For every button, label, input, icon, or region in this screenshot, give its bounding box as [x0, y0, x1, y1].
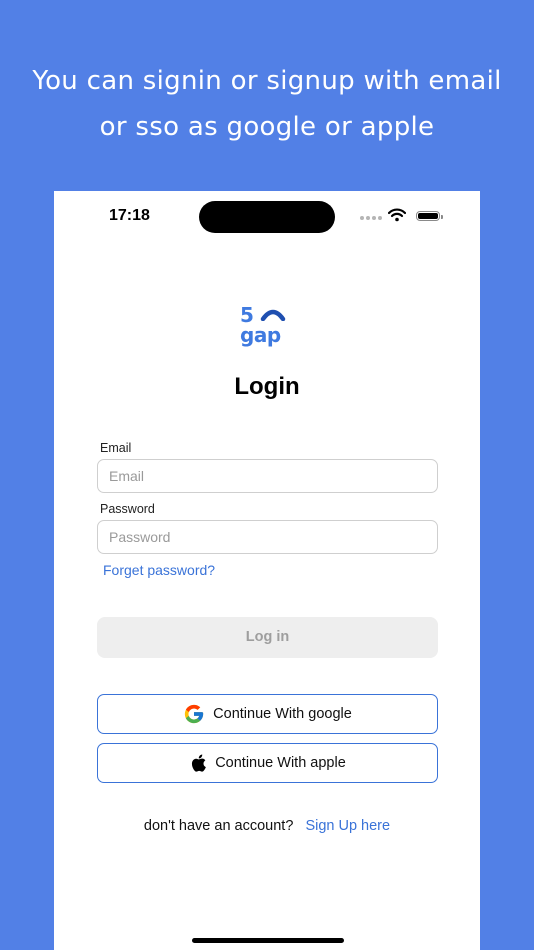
app-logo: 5 gap — [240, 305, 296, 351]
promo-caption: You can signin or signup with email or s… — [0, 58, 534, 150]
password-field[interactable] — [97, 520, 438, 554]
email-label: Email — [100, 441, 132, 455]
email-field[interactable] — [97, 459, 438, 493]
signup-row: don't have an account? Sign Up here — [54, 818, 480, 834]
logo-arc-icon — [260, 309, 286, 321]
promo-line-2: or sso as google or apple — [99, 112, 435, 142]
google-button-label: Continue With google — [213, 706, 352, 722]
phone-screen: 17:18 5 gap Login Email Password Forget … — [54, 191, 480, 950]
login-button[interactable]: Log in — [97, 617, 438, 658]
signup-link[interactable]: Sign Up here — [305, 818, 390, 834]
google-icon — [185, 704, 204, 724]
promo-line-1: You can signin or signup with email — [32, 66, 502, 96]
page-title: Login — [234, 373, 300, 400]
continue-with-apple-button[interactable]: Continue With apple — [97, 743, 438, 783]
logo-mark-top: 5 — [240, 303, 254, 327]
forget-password-link[interactable]: Forget password? — [103, 562, 215, 578]
battery-icon — [416, 211, 443, 221]
cellular-signal-icon — [360, 216, 382, 220]
apple-icon — [192, 754, 207, 772]
continue-with-google-button[interactable]: Continue With google — [97, 694, 438, 734]
password-label: Password — [100, 502, 155, 516]
dynamic-island — [199, 201, 335, 233]
home-indicator — [192, 938, 344, 943]
signup-prompt: don't have an account? — [143, 818, 294, 834]
apple-button-label: Continue With apple — [215, 755, 346, 771]
logo-mark-bottom: gap — [240, 323, 281, 347]
wifi-icon — [388, 208, 406, 222]
status-time: 17:18 — [109, 207, 150, 224]
